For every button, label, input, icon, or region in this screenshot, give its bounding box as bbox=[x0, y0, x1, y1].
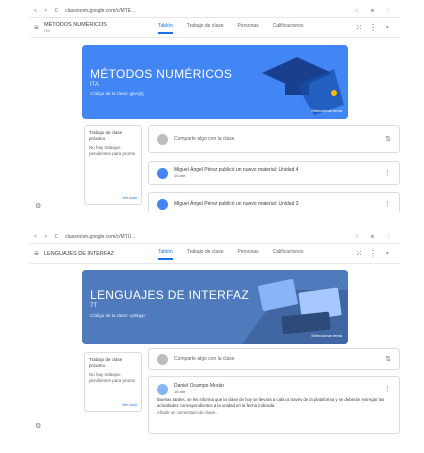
banner-section: 7T bbox=[90, 303, 98, 309]
browser-actions[interactable]: ☆ ⊕ ⋮ bbox=[355, 8, 396, 14]
class-code[interactable]: Código de la clase: gpvxj2j bbox=[90, 91, 144, 96]
tab-stream[interactable]: Tablón bbox=[158, 249, 173, 260]
compose-box[interactable]: Comparte algo con la clase ⇅ bbox=[148, 348, 400, 370]
browser-toolbar: < > C classroom.google.com/c/MTU... ☆ ⊕ … bbox=[30, 230, 400, 244]
avatar bbox=[157, 383, 168, 395]
tab-classwork[interactable]: Trabajo de clase bbox=[187, 23, 224, 34]
post-title: Miguel Ángel Pérez publicó un nuevo mate… bbox=[174, 167, 299, 173]
upcoming-text: No hay trabajos pendientes para pronto bbox=[89, 145, 136, 156]
course-tabs: Tablón Trabajo de clase Personas Calific… bbox=[158, 23, 304, 34]
material-icon bbox=[157, 198, 168, 210]
post-body: Buenas tardes, se les informa que la cla… bbox=[157, 397, 385, 408]
course-name[interactable]: LENGUAJES DE INTERFAZ bbox=[44, 251, 114, 257]
tab-stream[interactable]: Tablón bbox=[158, 23, 173, 34]
settings-gear-icon[interactable]: ⚙ bbox=[35, 422, 41, 430]
class-code[interactable]: Código de la clase: xy5kqyr bbox=[90, 313, 145, 318]
browser-nav-controls[interactable]: < > C bbox=[34, 8, 61, 14]
menu-icon[interactable]: ≡ bbox=[34, 249, 44, 258]
address-bar[interactable]: classroom.google.com/c/MTE... bbox=[65, 8, 135, 14]
tab-grades[interactable]: Calificaciones bbox=[273, 23, 304, 34]
tab-grades[interactable]: Calificaciones bbox=[273, 249, 304, 260]
add-comment-link[interactable]: Añadir un comentario de clase... bbox=[157, 410, 219, 415]
grid-icon[interactable]: ⋮ bbox=[369, 23, 384, 32]
avatar bbox=[157, 353, 168, 365]
course-section: ITA bbox=[44, 27, 50, 33]
banner-section: ITA bbox=[90, 82, 99, 88]
browser-actions[interactable]: ☆ ⊕ ⋮ bbox=[355, 234, 396, 240]
repost-icon[interactable]: ⇅ bbox=[385, 355, 391, 363]
grid-icon[interactable]: ⋮ bbox=[369, 249, 384, 258]
account-icon[interactable]: ◔ bbox=[384, 249, 396, 258]
compose-placeholder: Comparte algo con la clase bbox=[174, 356, 235, 362]
more-options-icon[interactable]: ⋮ bbox=[384, 169, 391, 177]
compose-placeholder: Comparte algo con la clase bbox=[174, 136, 235, 142]
app-actions[interactable]: ⁙⋮◔ bbox=[355, 23, 396, 32]
apps-icon[interactable]: ⁙ bbox=[355, 23, 369, 32]
announcement-card[interactable]: Daniel Ocampo Morán 16 abr ⋮ Buenas tard… bbox=[148, 376, 400, 434]
course-banner: MÉTODOS NUMÉRICOS ITA Código de la clase… bbox=[82, 45, 348, 119]
select-theme-button[interactable]: Seleccionar tema bbox=[311, 108, 342, 113]
screenshot-metodos-numericos: < > C classroom.google.com/c/MTE... ☆ ⊕ … bbox=[30, 4, 400, 212]
list-item[interactable]: Miguel Ángel Pérez publicó un nuevo mate… bbox=[148, 161, 400, 185]
post-date: 16 abr bbox=[174, 173, 186, 178]
classroom-app-bar: ≡ MÉTODOS NUMÉRICOS ITA Tablón Trabajo d… bbox=[30, 18, 400, 38]
app-actions[interactable]: ⁙⋮◔ bbox=[355, 249, 396, 258]
select-theme-button[interactable]: Seleccionar tema bbox=[311, 333, 342, 338]
more-options-icon[interactable]: ⋮ bbox=[384, 385, 391, 393]
upcoming-title: Trabajo de clase próximo bbox=[89, 130, 123, 141]
list-item[interactable]: Miguel Ángel Pérez publicó un nuevo mate… bbox=[148, 192, 400, 212]
browser-toolbar: < > C classroom.google.com/c/MTE... ☆ ⊕ … bbox=[30, 4, 400, 18]
course-tabs: Tablón Trabajo de clase Personas Calific… bbox=[158, 249, 304, 260]
course-title: MÉTODOS NUMÉRICOS bbox=[44, 21, 107, 28]
post-text: Miguel Ángel Pérez publicó un nuevo mate… bbox=[174, 167, 299, 179]
view-all-link[interactable]: Ver todo bbox=[122, 402, 137, 408]
address-bar[interactable]: classroom.google.com/c/MTU... bbox=[65, 234, 135, 240]
avatar bbox=[157, 133, 168, 145]
course-title: LENGUAJES DE INTERFAZ bbox=[44, 250, 114, 257]
upcoming-text: No hay trabajos pendientes para pronto bbox=[89, 372, 136, 383]
settings-gear-icon[interactable]: ⚙ bbox=[35, 202, 41, 210]
banner-title: LENGUAJES DE INTERFAZ bbox=[90, 288, 249, 302]
apps-icon[interactable]: ⁙ bbox=[355, 249, 369, 258]
devices-illustration bbox=[82, 270, 348, 344]
upcoming-work-card: Trabajo de clase próximo No hay trabajos… bbox=[84, 125, 142, 205]
screenshot-lenguajes-de-interfaz: < > C classroom.google.com/c/MTU... ☆ ⊕ … bbox=[30, 230, 400, 435]
menu-icon[interactable]: ≡ bbox=[34, 23, 44, 32]
classroom-app-bar: ≡ LENGUAJES DE INTERFAZ Tablón Trabajo d… bbox=[30, 244, 400, 264]
upcoming-work-card: Trabajo de clase próximo No hay trabajos… bbox=[84, 352, 142, 412]
graduation-illustration bbox=[82, 45, 348, 119]
compose-box[interactable]: Comparte algo con la clase ⇅ bbox=[148, 125, 400, 153]
author-block: Daniel Ocampo Morán 16 abr bbox=[174, 383, 224, 395]
view-all-link[interactable]: Ver todo bbox=[122, 195, 137, 201]
announcement-header: Daniel Ocampo Morán 16 abr ⋮ bbox=[157, 383, 391, 395]
course-banner: LENGUAJES DE INTERFAZ 7T Código de la cl… bbox=[82, 270, 348, 344]
more-options-icon[interactable]: ⋮ bbox=[384, 200, 391, 208]
browser-nav-controls[interactable]: < > C bbox=[34, 234, 61, 240]
tab-classwork[interactable]: Trabajo de clase bbox=[187, 249, 224, 260]
tab-people[interactable]: Personas bbox=[238, 23, 259, 34]
post-title: Miguel Ángel Pérez publicó un nuevo mate… bbox=[174, 201, 299, 207]
post-date: 16 abr bbox=[174, 389, 186, 394]
material-icon bbox=[157, 167, 168, 179]
upcoming-title: Trabajo de clase próximo bbox=[89, 357, 123, 368]
tab-people[interactable]: Personas bbox=[238, 249, 259, 260]
banner-title: MÉTODOS NUMÉRICOS bbox=[90, 67, 233, 81]
repost-icon[interactable]: ⇅ bbox=[385, 135, 391, 143]
course-name[interactable]: MÉTODOS NUMÉRICOS ITA bbox=[44, 22, 107, 34]
account-icon[interactable]: ◔ bbox=[384, 23, 396, 32]
